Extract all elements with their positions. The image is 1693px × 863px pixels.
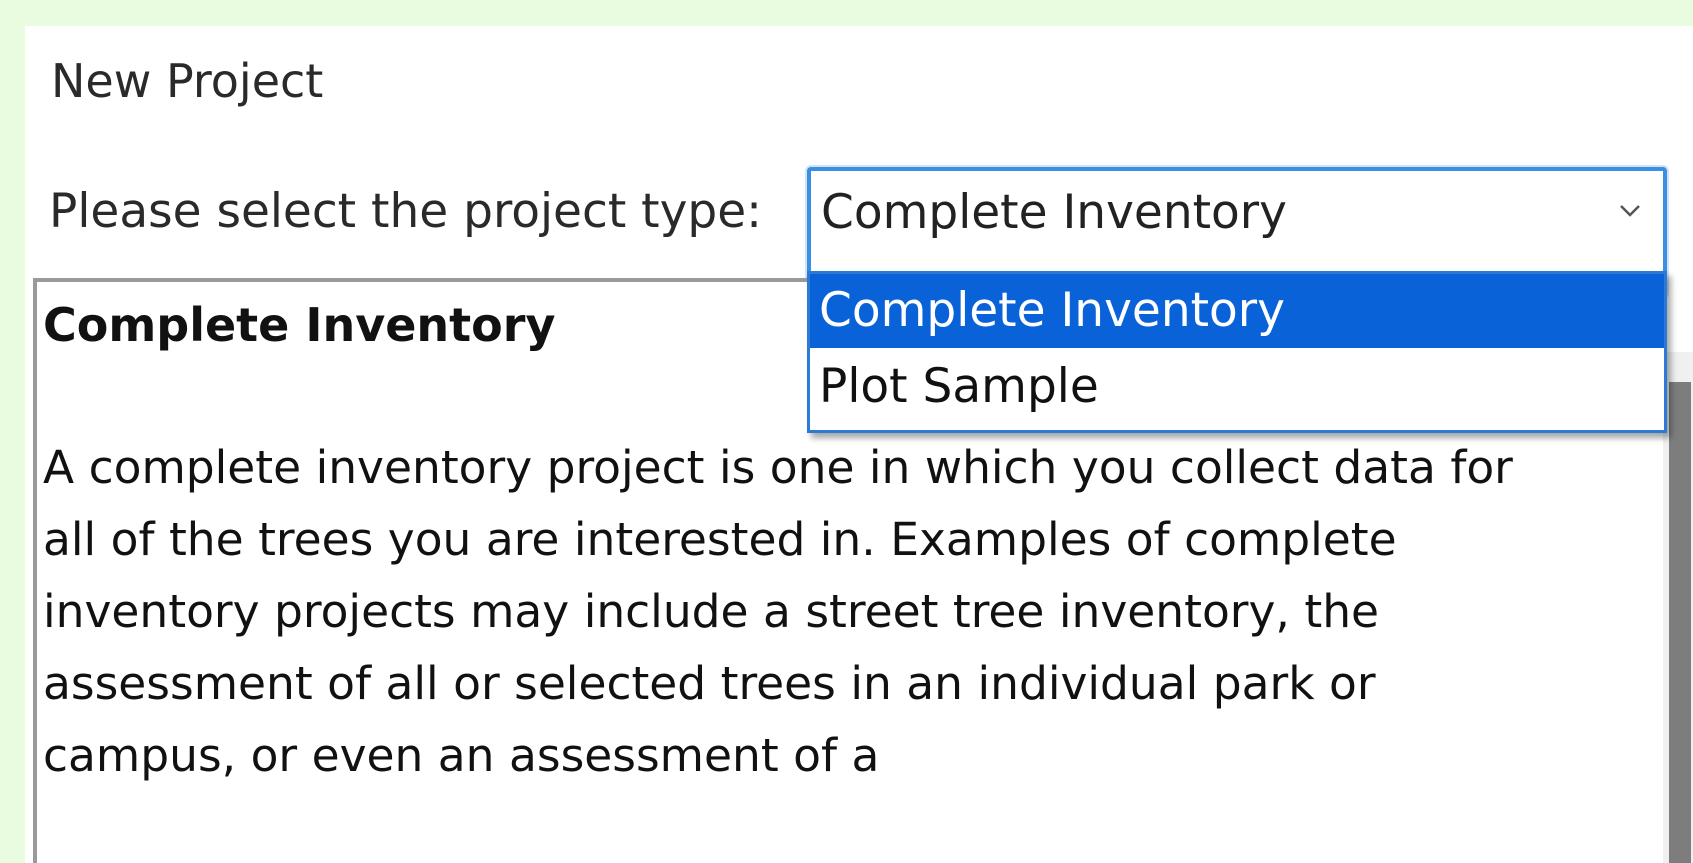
description-body: A complete inventory project is one in w… xyxy=(43,441,1513,782)
new-project-dialog: New Project Please select the project ty… xyxy=(25,26,1693,863)
chevron-down-icon[interactable] xyxy=(1617,197,1643,223)
scrollbar-thumb[interactable] xyxy=(1669,382,1691,863)
description-scrollbar[interactable] xyxy=(1663,352,1693,863)
project-type-dropdown-list[interactable]: Complete Inventory Plot Sample xyxy=(807,271,1667,433)
dialog-title: New Project xyxy=(51,54,324,108)
description-heading: Complete Inventory xyxy=(43,298,556,352)
project-type-selected-value: Complete Inventory xyxy=(821,185,1287,240)
option-complete-inventory[interactable]: Complete Inventory xyxy=(810,274,1664,348)
project-type-label: Please select the project type: xyxy=(49,184,763,239)
option-plot-sample[interactable]: Plot Sample xyxy=(810,350,1664,424)
